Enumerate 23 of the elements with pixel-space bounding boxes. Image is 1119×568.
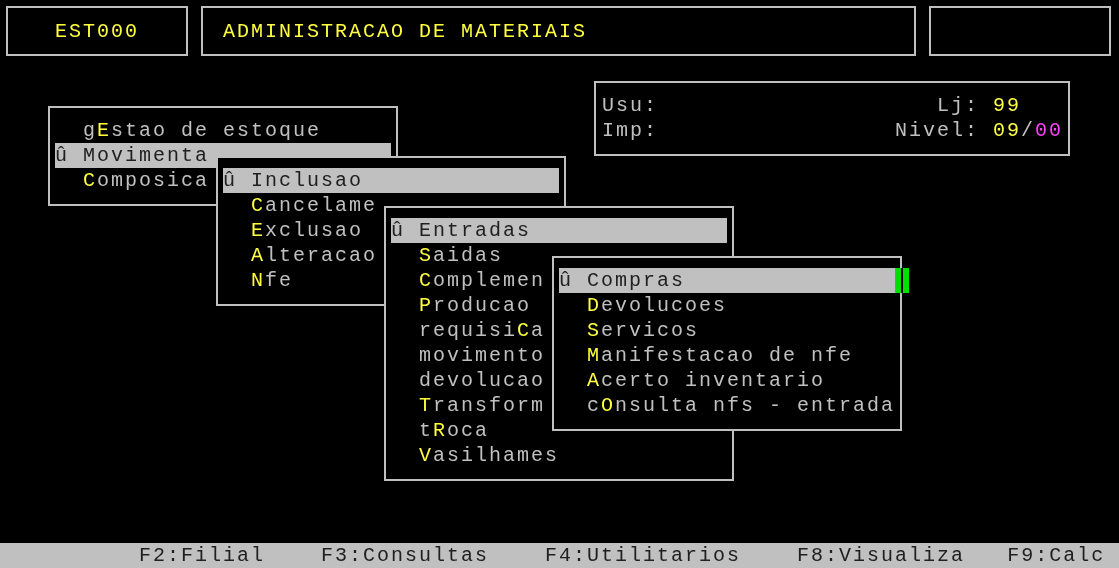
user-label: Usu: — [602, 93, 659, 118]
level-label: Nivel: — [895, 118, 979, 143]
function-key[interactable]: F2:Filial — [139, 543, 266, 568]
function-key[interactable]: F9:Calc — [1007, 543, 1106, 568]
screen-title: ADMINISTRACAO DE MATERIAIS — [201, 6, 916, 56]
level-value: 09/00 — [993, 118, 1063, 143]
program-code: EST000 — [6, 6, 188, 56]
menu-item[interactable]: Devolucoes — [559, 293, 895, 318]
menu-item[interactable]: û Entradas — [391, 218, 727, 243]
function-key[interactable]: F4:Utilitarios — [545, 543, 742, 568]
printer-label: Imp: — [602, 118, 659, 143]
function-key[interactable]: F3:Consultas — [321, 543, 490, 568]
store-label: Lj: — [937, 93, 979, 118]
menu-item[interactable]: Acerto inventario — [559, 368, 895, 393]
menu-item[interactable]: Servicos — [559, 318, 895, 343]
menu-item[interactable]: Manifestacao de nfe — [559, 343, 895, 368]
menu-item[interactable]: û Inclusao — [223, 168, 559, 193]
menu-item[interactable]: Vasilhames — [391, 443, 727, 468]
store-number: 99 — [993, 93, 1022, 118]
menu-item[interactable]: cOnsulta nfs - entrada — [559, 393, 895, 418]
menu-item[interactable]: gEstao de estoque — [55, 118, 391, 143]
menu-item[interactable]: û Compras — [559, 268, 895, 293]
function-key[interactable]: F8:Visualiza — [797, 543, 966, 568]
